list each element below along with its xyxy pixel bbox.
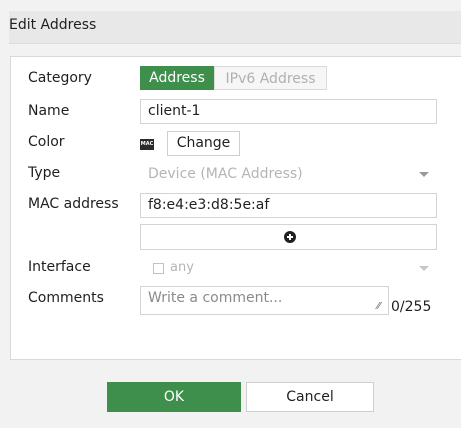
type-label: Type [28,165,61,181]
dialog-header: Edit Address [9,11,461,44]
ok-button[interactable]: OK [107,382,241,412]
interface-select: any [140,256,437,280]
category-label: Category [28,70,92,86]
chevron-down-icon [419,266,429,271]
mac-address-input[interactable]: f8:e4:e3:d8:5e:af [140,193,437,218]
comments-counter: 0/255 [391,299,432,315]
mac-address-label: MAC address [28,196,119,212]
category-ipv6-address-tab[interactable]: IPv6 Address [214,66,327,90]
category-address-tab[interactable]: Address [140,66,214,90]
resize-handle-icon[interactable]: ⁄⁄ [377,302,385,312]
type-select: Device (MAC Address) [140,162,437,186]
interface-checkbox [153,263,164,274]
interface-select-value: any [170,260,194,275]
name-input[interactable]: client-1 [140,99,437,124]
comments-placeholder: Write a comment... [148,290,283,306]
name-label: Name [28,103,70,119]
mac-color-icon: MAC [140,139,154,150]
comments-label: Comments [28,290,104,306]
cancel-button[interactable]: Cancel [246,382,374,412]
type-select-value: Device (MAC Address) [148,166,303,182]
comments-textarea[interactable]: Write a comment... ⁄⁄ [140,286,389,315]
add-mac-address-button[interactable] [140,224,437,250]
color-label: Color [28,134,65,150]
plus-circle-icon [284,231,296,243]
dialog-title: Edit Address [9,17,97,33]
chevron-down-icon [419,172,429,177]
interface-label: Interface [28,259,91,275]
change-color-button[interactable]: Change [167,131,240,156]
edit-address-dialog: Edit Address Category Address IPv6 Addre… [0,0,461,428]
